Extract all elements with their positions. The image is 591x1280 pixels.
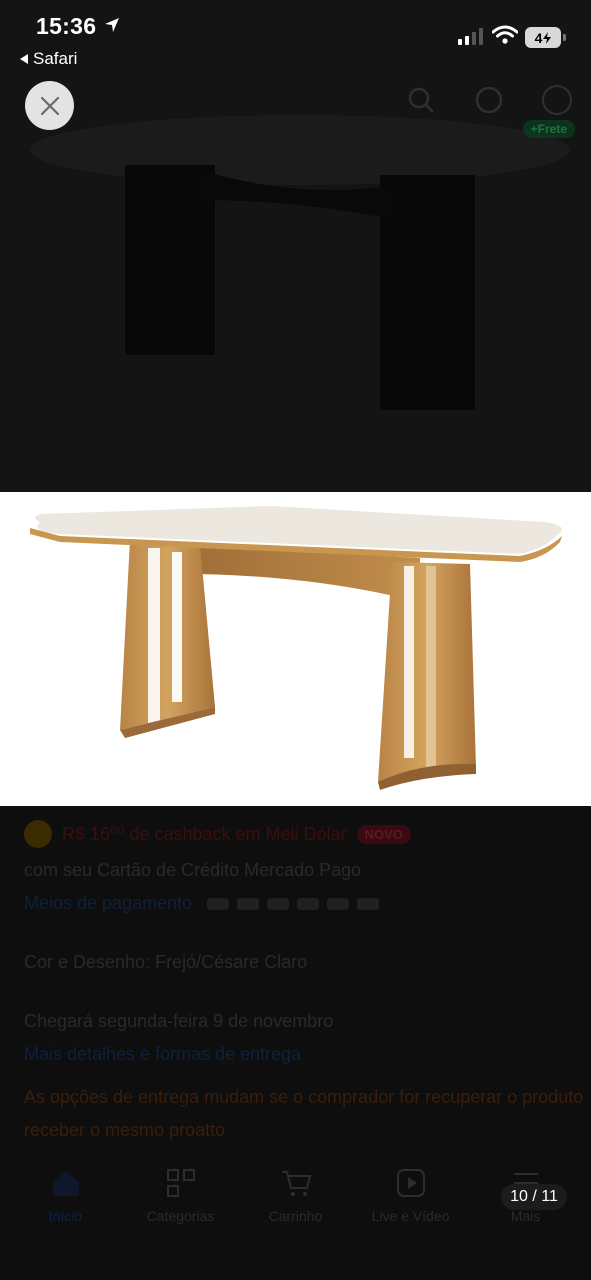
delivery-details-link: Mais detalhes e formas de entrega: [24, 1044, 302, 1064]
cellular-signal-icon: [458, 28, 483, 45]
close-icon: [40, 96, 59, 115]
delivery-date: Chegará segunda-feira 9 de novembro: [24, 1011, 334, 1031]
cart-icon: [281, 1171, 311, 1196]
delivery-notice-2: receber o mesmo proatto: [24, 1120, 226, 1140]
tab-cart: Carrinho: [241, 1166, 351, 1280]
payment-logos: [207, 898, 380, 911]
table-product-image: [30, 506, 562, 790]
status-bar: 15:36 Safari 4: [0, 0, 591, 80]
cashback-row: R$ 16⁰⁰ de cashback em Meli Dólar NOVO: [24, 820, 574, 848]
payment-methods-link: Meios de pagamento: [24, 893, 193, 913]
back-to-app[interactable]: Safari: [20, 49, 77, 69]
battery-level: 4: [534, 29, 543, 46]
coin-icon: [24, 820, 52, 848]
back-triangle-icon: [20, 54, 28, 64]
whatsapp-share-icon: [475, 86, 503, 114]
cart-badge: +Frete: [522, 120, 575, 138]
location-arrow-icon: [105, 18, 119, 32]
color-design-label: Cor e Desenho: Frejó/Césare Claro: [24, 952, 308, 972]
background-tab-bar: Início Categorias Carrinho Live e Vídeo …: [0, 1150, 591, 1280]
image-counter: 10 / 11: [501, 1184, 567, 1210]
search-icon: [408, 87, 434, 113]
categories-icon: [166, 1169, 195, 1197]
background-header-actions: [405, 84, 573, 116]
home-icon: [52, 1171, 79, 1196]
cashback-text: R$ 16⁰⁰ de cashback em Meli Dólar: [62, 823, 347, 844]
back-app-label: Safari: [33, 49, 78, 68]
product-image-viewer[interactable]: [0, 492, 591, 806]
video-icon: [396, 1169, 425, 1197]
background-product-details: R$ 16⁰⁰ de cashback em Meli Dólar NOVO c…: [24, 820, 584, 1153]
new-badge: NOVO: [356, 824, 411, 844]
close-viewer-button[interactable]: [25, 81, 74, 130]
tab-home: Início: [11, 1166, 121, 1280]
wifi-icon: [492, 25, 518, 44]
charging-bolt-icon: [543, 31, 552, 44]
tab-live-video: Live e Vídeo: [356, 1166, 466, 1280]
payment-methods-row: Meios de pagamento: [24, 893, 574, 914]
cart-icon: [542, 85, 572, 115]
credit-card-text: com seu Cartão de Crédito Mercado Pago: [24, 860, 362, 880]
delivery-notice: As opções de entrega mudam se o comprado…: [24, 1087, 584, 1107]
status-time: 15:36: [36, 13, 97, 39]
tab-categories: Categorias: [126, 1166, 236, 1280]
battery-icon: 4: [525, 27, 561, 48]
